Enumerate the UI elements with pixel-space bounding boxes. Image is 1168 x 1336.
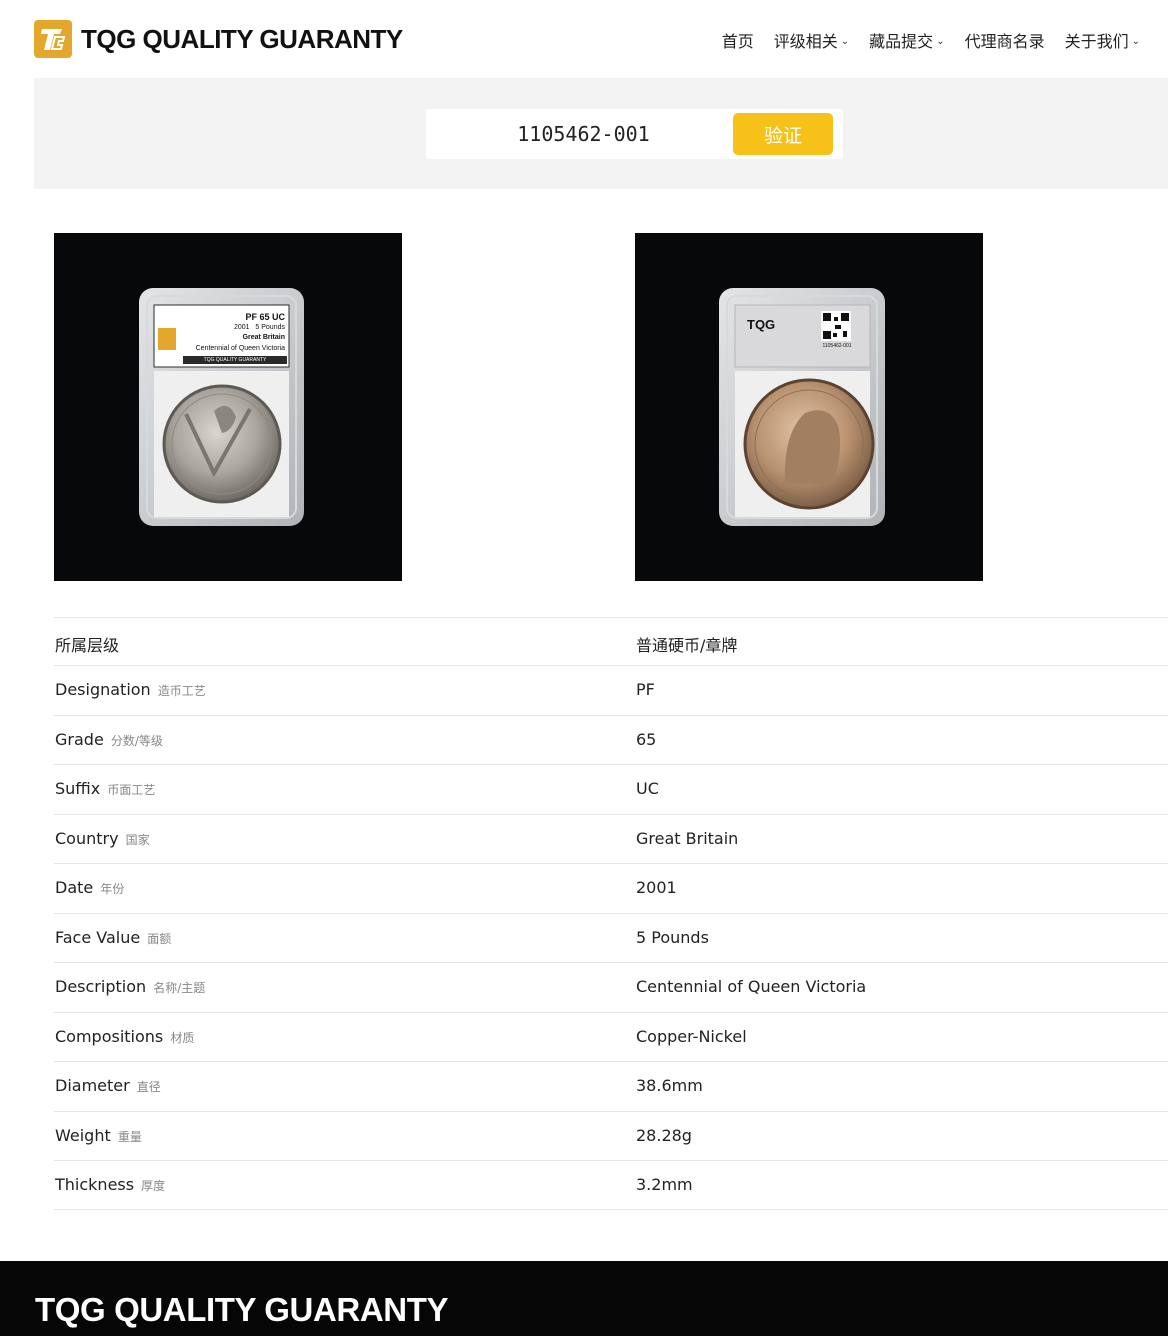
nav-submission[interactable]: 藏品提交 ⌄	[869, 28, 944, 52]
nav-home-label: 首页	[721, 32, 754, 51]
spec-label-text: Designation	[55, 680, 151, 699]
nav-submission-label: 藏品提交	[869, 32, 934, 51]
spec-label-cn: 直径	[136, 1080, 161, 1094]
site-header: TQG QUALITY GUARANTY 首页 评级相关 ⌄ 藏品提交 ⌄ 代理…	[0, 0, 1168, 78]
spec-value: 普通硬币/章牌	[636, 636, 738, 655]
spec-label-text: Diameter	[55, 1076, 130, 1095]
coin-spec-table: 所属层级 普通硬币/章牌 Designation 造币工艺 PF Grade 分…	[54, 617, 1168, 1210]
slab-year: 2001	[233, 323, 250, 331]
spec-label-text: Grade	[55, 729, 104, 749]
spec-label-text: Date	[55, 878, 94, 897]
slab-back-logo: TQG	[747, 317, 776, 332]
spec-value: Great Britain	[636, 828, 739, 848]
spec-value: Centennial of Queen Victoria	[636, 977, 867, 996]
verify-button[interactable]: 验证	[733, 113, 833, 155]
table-row: Date 年份 2001	[54, 863, 1168, 913]
spec-value: 28.28g	[636, 1125, 692, 1145]
spec-label: Grade 分数/等级	[55, 730, 163, 749]
coin-photo-front[interactable]: PF 65 UC 2001 5 Pounds Great Britain Cen…	[54, 233, 402, 581]
spec-value: PF	[636, 680, 655, 699]
spec-value: UC	[636, 779, 659, 798]
table-row: Country 国家 Great Britain	[54, 813, 1168, 864]
slab-denomination: 5 Pounds	[255, 323, 285, 331]
slab-footer-text: TQG QUALITY GUARANTY	[203, 357, 267, 363]
spec-value: 2001	[636, 878, 677, 897]
table-row: Weight 重量 28.28g	[54, 1110, 1168, 1161]
spec-label-text: Face Value	[55, 927, 141, 947]
spec-label-cn: 年份	[100, 882, 125, 896]
coin-photo-back[interactable]: TQG 1105462-001	[635, 233, 983, 581]
slab-label-front: PF 65 UC 2001 5 Pounds Great Britain Cen…	[191, 312, 285, 354]
chevron-down-icon: ⌄	[840, 35, 850, 47]
spec-label: Thickness 厚度	[55, 1175, 165, 1194]
spec-label-cn: 重量	[117, 1129, 142, 1144]
spec-value: 5 Pounds	[636, 927, 709, 947]
brand-logo[interactable]: TQG QUALITY GUARANTY	[34, 20, 403, 58]
verify-search-band: 验证	[34, 78, 1168, 189]
spec-label-text: Weight	[55, 1125, 111, 1145]
spec-label-text: Compositions	[55, 1026, 164, 1046]
slab-back-cert: 1105462-001	[822, 343, 852, 349]
tqg-logo-icon	[34, 20, 72, 58]
slab-country: Great Britain	[242, 334, 285, 341]
spec-label-cn: 面额	[147, 931, 172, 946]
spec-label: 所属层级	[55, 632, 119, 656]
nav-about[interactable]: 关于我们 ⌄	[1065, 28, 1140, 52]
slab-description: Centennial of Queen Victoria	[195, 344, 285, 352]
table-row: Suffix 币面工艺 UC	[54, 764, 1168, 814]
footer-brand-name: TQG QUALITY GUARANTY	[35, 1291, 449, 1328]
table-row: Designation 造币工艺 PF	[54, 665, 1168, 715]
nav-dealers-label: 代理商名录	[964, 32, 1045, 51]
spec-value: 65	[636, 729, 657, 749]
spec-label: Weight 重量	[55, 1126, 142, 1145]
spec-label-cn: 币面工艺	[107, 783, 156, 797]
table-row: Compositions 材质 Copper-Nickel	[54, 1011, 1168, 1062]
spec-value: 3.2mm	[636, 1175, 693, 1194]
table-row: Thickness 厚度 3.2mm	[54, 1160, 1168, 1210]
table-row: 所属层级 普通硬币/章牌	[54, 617, 1168, 665]
spec-label-cn: 分数/等级	[110, 733, 163, 748]
slab-year-denomination: 2001 5 Pounds	[191, 323, 285, 334]
spec-label-text: Thickness	[55, 1175, 135, 1194]
spec-label-cn: 材质	[170, 1030, 195, 1045]
spec-label: Face Value 面额	[55, 928, 171, 947]
table-row: Diameter 直径 38.6mm	[54, 1061, 1168, 1111]
nav-dealers[interactable]: 代理商名录	[965, 28, 1045, 52]
nav-grading[interactable]: 评级相关 ⌄	[774, 28, 849, 52]
spec-label-text: Suffix	[55, 779, 101, 798]
spec-label-cn: 名称/主题	[153, 981, 206, 995]
chevron-down-icon: ⌄	[1131, 35, 1140, 47]
brand-name: TQG QUALITY GUARANTY	[81, 23, 403, 54]
nav-home[interactable]: 首页	[722, 28, 754, 52]
spec-value: 38.6mm	[636, 1076, 703, 1095]
table-row: Grade 分数/等级 65	[54, 714, 1168, 765]
verify-search-box: 验证	[426, 109, 843, 159]
spec-label-cn: 造币工艺	[157, 684, 206, 698]
slab-grade: PF 65 UC	[245, 312, 285, 322]
main-nav: 首页 评级相关 ⌄ 藏品提交 ⌄ 代理商名录 关于我们 ⌄	[722, 28, 1140, 52]
spec-label: Description 名称/主题	[55, 977, 205, 996]
spec-label-text: Country	[55, 828, 119, 848]
site-footer: TQG QUALITY GUARANTY	[0, 1261, 1168, 1336]
spec-label-cn: 厚度	[141, 1179, 166, 1193]
chevron-down-icon: ⌄	[936, 35, 945, 47]
table-row: Face Value 面额 5 Pounds	[54, 912, 1168, 963]
spec-label-text: Description	[55, 977, 147, 996]
spec-value: Copper-Nickel	[636, 1026, 747, 1046]
spec-label: Country 国家	[55, 829, 150, 848]
spec-label: Date 年份	[55, 878, 124, 897]
spec-label-text: 所属层级	[55, 636, 120, 655]
nav-about-label: 关于我们	[1064, 32, 1129, 51]
spec-label: Designation 造币工艺	[55, 680, 206, 699]
spec-label: Diameter 直径	[55, 1076, 161, 1095]
nav-grading-label: 评级相关	[773, 32, 838, 51]
table-row: Description 名称/主题 Centennial of Queen Vi…	[54, 962, 1168, 1012]
cert-number-input[interactable]	[436, 115, 731, 153]
spec-label: Suffix 币面工艺	[55, 779, 155, 798]
spec-label-cn: 国家	[125, 832, 150, 847]
spec-label: Compositions 材质	[55, 1027, 194, 1046]
